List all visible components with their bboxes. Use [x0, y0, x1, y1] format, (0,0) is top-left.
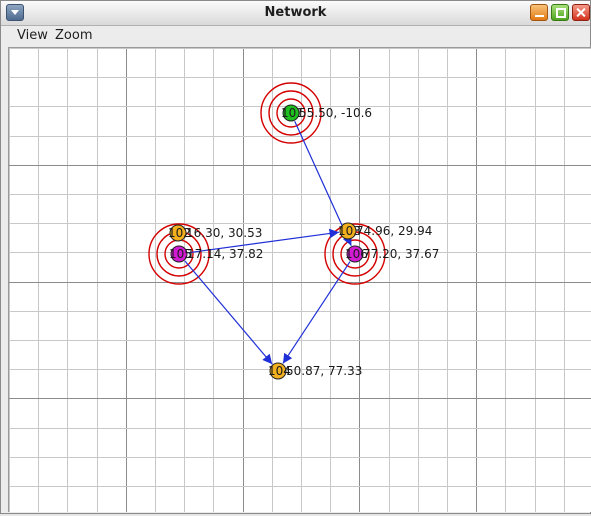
node-105[interactable]: 10517.14, 37.82: [169, 245, 263, 263]
close-button[interactable]: [572, 4, 590, 21]
network-window: Network View Zoom 101 55.50, -10.6 102 16.3…: [0, 0, 591, 514]
node-coordinates-label: 77.20, 37.67: [363, 247, 439, 261]
node-coordinates-label: 17.14, 37.82: [187, 247, 263, 261]
menu-bar: View Zoom: [1, 26, 590, 46]
node-102[interactable]: 10216.30, 30.53: [168, 224, 262, 242]
window-title: Network: [264, 5, 327, 20]
node-coordinates-label: 74.96, 29.94: [356, 224, 432, 238]
maximize-button[interactable]: [551, 4, 569, 21]
network-graph[interactable]: 10155.50, -10.6 10216.30, 30.53 10517.14, …: [9, 48, 591, 512]
node-coordinates-label: 50.87, 77.33: [286, 364, 362, 378]
edge-n3-n6: [184, 260, 273, 365]
menu-view[interactable]: View: [17, 28, 48, 43]
nodes: 10155.50, -10.6 10216.30, 30.53 10517.14, …: [168, 104, 439, 380]
edges: [184, 120, 352, 365]
network-canvas[interactable]: 101 55.50, -10.6 102 16.30, 30.53 105 17.14, …: [8, 47, 591, 512]
node-104[interactable]: 10450.87, 77.33: [268, 362, 362, 380]
node-106[interactable]: 10677.20, 37.67: [345, 245, 439, 263]
node-101[interactable]: 10155.50, -10.6: [281, 104, 372, 122]
title-bar[interactable]: Network: [1, 1, 590, 26]
node-coordinates-label: 16.30, 30.53: [186, 226, 262, 240]
menu-zoom[interactable]: Zoom: [55, 28, 92, 43]
node-103[interactable]: 10374.96, 29.94: [338, 222, 432, 240]
edge-n5-n6: [282, 261, 351, 364]
node-coordinates-label: 55.50, -10.6: [299, 106, 372, 120]
minimize-button[interactable]: [530, 4, 548, 21]
